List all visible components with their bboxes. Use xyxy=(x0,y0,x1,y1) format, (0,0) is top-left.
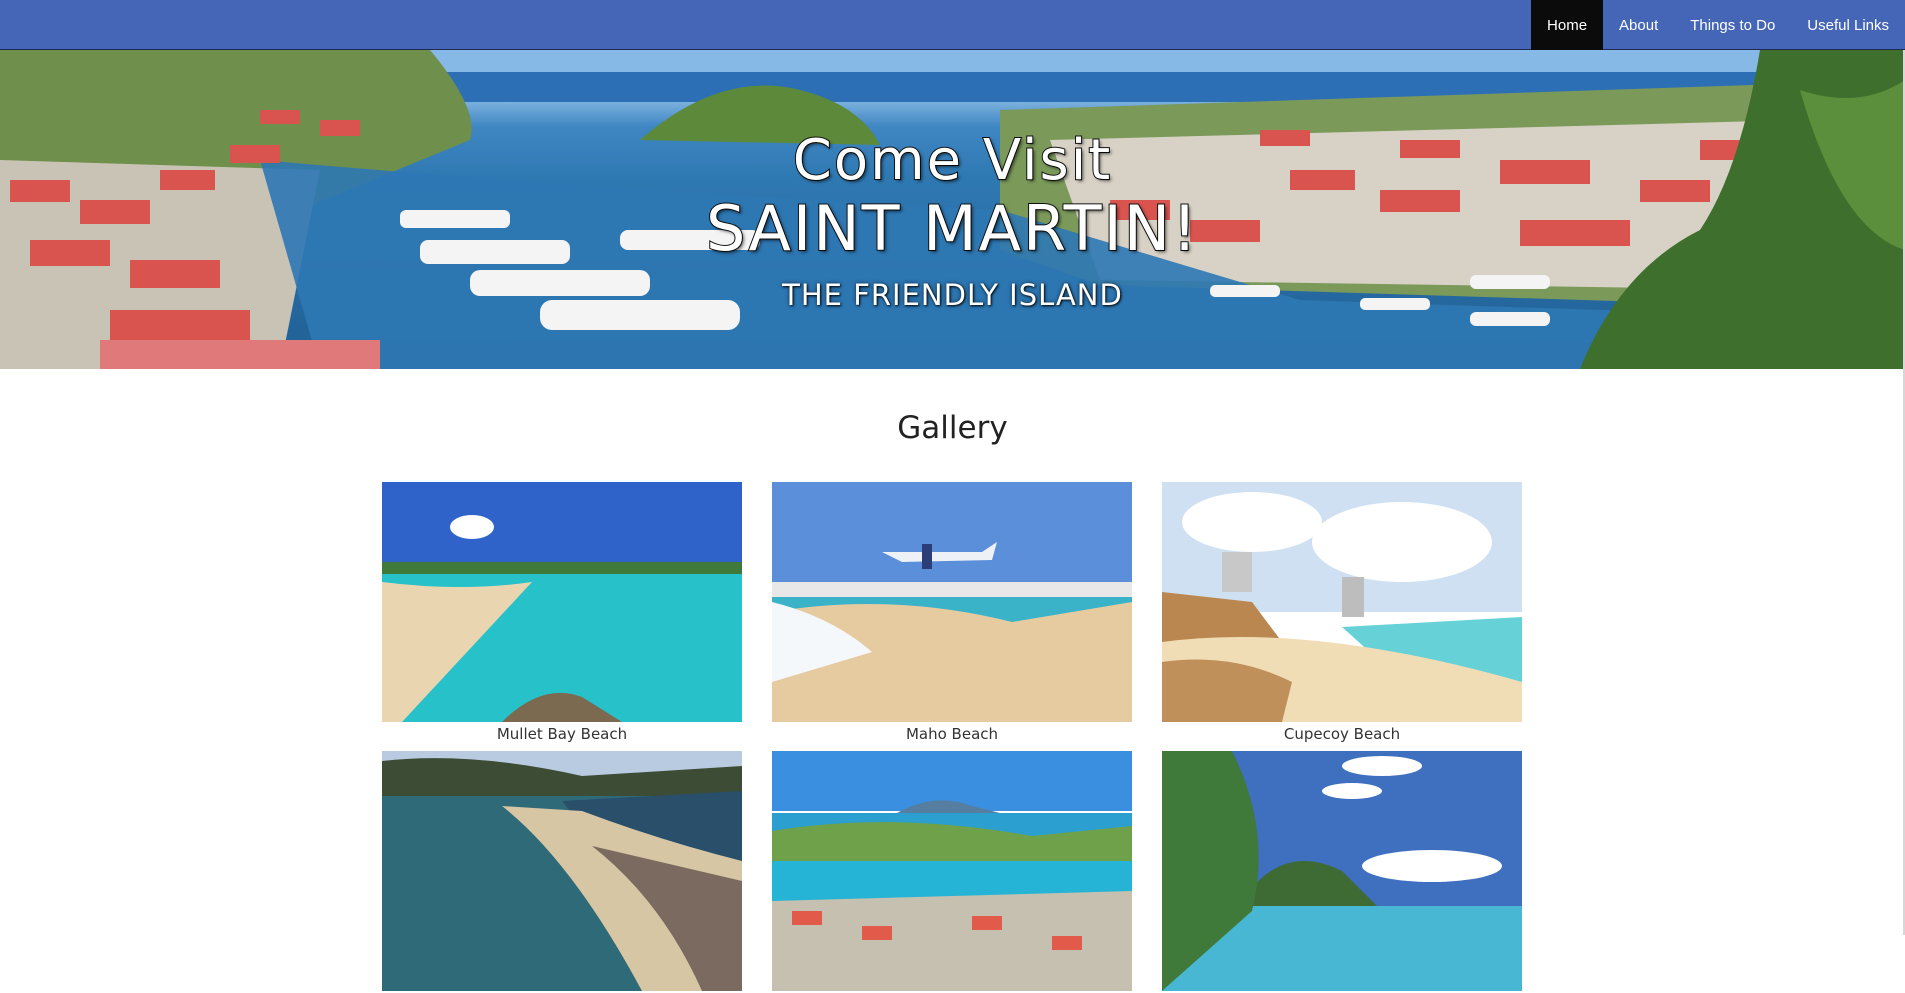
cupecoy-beach-photo[interactable] xyxy=(1162,482,1522,722)
hero-banner: Come Visit SAINT MARTIN! THE FRIENDLY IS… xyxy=(0,50,1905,369)
hero-heading-line2: SAINT MARTIN! xyxy=(705,191,1200,266)
nav-item-things-to-do[interactable]: Things to Do xyxy=(1674,0,1791,50)
hero-subtitle: THE FRIENDLY ISLAND xyxy=(782,278,1123,312)
maho-beach-photo[interactable] xyxy=(772,482,1132,722)
nav-menu: Home About Things to Do Useful Links xyxy=(1531,0,1905,50)
mullet-bay-photo[interactable] xyxy=(382,482,742,722)
gallery-title: Gallery xyxy=(897,410,1008,446)
gallery-caption: Maho Beach xyxy=(905,725,999,743)
gallery-caption: Cupecoy Beach xyxy=(1283,725,1401,743)
hero-heading-line1: Come Visit xyxy=(792,127,1113,194)
gallery-item-4[interactable] xyxy=(382,751,742,993)
gallery-item-5[interactable] xyxy=(772,751,1132,993)
gallery-caption: Mullet Bay Beach xyxy=(496,725,628,743)
nav-item-home[interactable]: Home xyxy=(1531,0,1604,50)
gallery-item-6[interactable] xyxy=(1162,751,1522,993)
gallery-item-mullet-bay[interactable]: Mullet Bay Beach xyxy=(382,482,742,744)
gallery-item-maho-beach[interactable]: Maho Beach xyxy=(772,482,1132,744)
harbor-panorama-photo[interactable] xyxy=(772,751,1132,991)
nav-item-useful-links[interactable]: Useful Links xyxy=(1791,0,1905,50)
tropical-cove-photo[interactable] xyxy=(1162,751,1522,991)
aerial-bay-photo[interactable] xyxy=(382,751,742,991)
gallery-item-cupecoy-beach[interactable]: Cupecoy Beach xyxy=(1162,482,1522,744)
nav-item-about[interactable]: About xyxy=(1603,0,1674,50)
top-navbar: Home About Things to Do Useful Links xyxy=(0,0,1905,50)
